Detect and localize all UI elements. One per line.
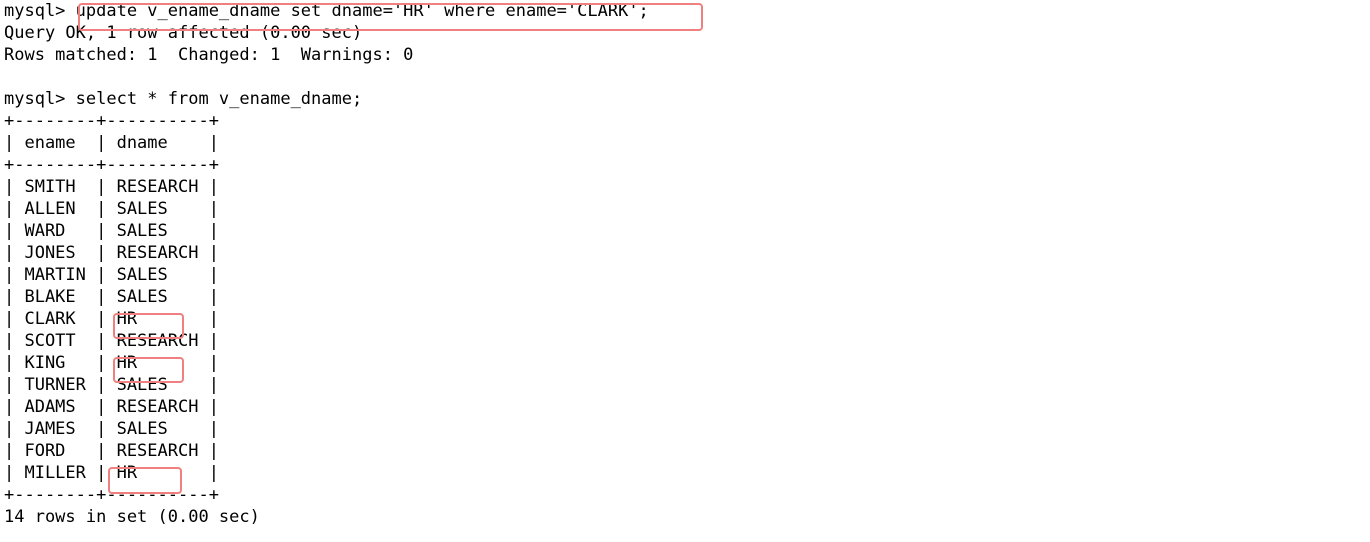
- table-separator-header: +--------+----------+: [4, 155, 219, 175]
- table-row: | TURNER | SALES |: [4, 375, 219, 395]
- table-row: | BLAKE | SALES |: [4, 287, 219, 307]
- table-row: | JONES | RESEARCH |: [4, 243, 219, 263]
- table-row: | MILLER | HR |: [4, 463, 219, 483]
- table-row: | MARTIN | SALES |: [4, 265, 219, 285]
- table-row: | SCOTT | RESEARCH |: [4, 331, 219, 351]
- table-row: | ALLEN | SALES |: [4, 199, 219, 219]
- output-row-count: 14 rows in set (0.00 sec): [4, 507, 260, 527]
- table-separator-top: +--------+----------+: [4, 111, 219, 131]
- output-query-ok: Query OK, 1 row affected (0.00 sec): [4, 23, 363, 43]
- command-line-select: mysql> select * from v_ename_dname;: [4, 89, 363, 109]
- table-row: | WARD | SALES |: [4, 221, 219, 241]
- output-rows-matched: Rows matched: 1 Changed: 1 Warnings: 0: [4, 45, 414, 65]
- table-row: | JAMES | SALES |: [4, 419, 219, 439]
- mysql-terminal-output: mysql> update v_ename_dname set dname='H…: [0, 0, 1370, 542]
- table-row: | ADAMS | RESEARCH |: [4, 397, 219, 417]
- table-row: | SMITH | RESEARCH |: [4, 177, 219, 197]
- table-row: | FORD | RESEARCH |: [4, 441, 219, 461]
- table-separator-bottom: +--------+----------+: [4, 485, 219, 505]
- table-row: | CLARK | HR |: [4, 309, 219, 329]
- table-header-row: | ename | dname |: [4, 133, 219, 153]
- command-line-update: mysql> update v_ename_dname set dname='H…: [4, 1, 649, 21]
- table-row: | KING | HR |: [4, 353, 219, 373]
